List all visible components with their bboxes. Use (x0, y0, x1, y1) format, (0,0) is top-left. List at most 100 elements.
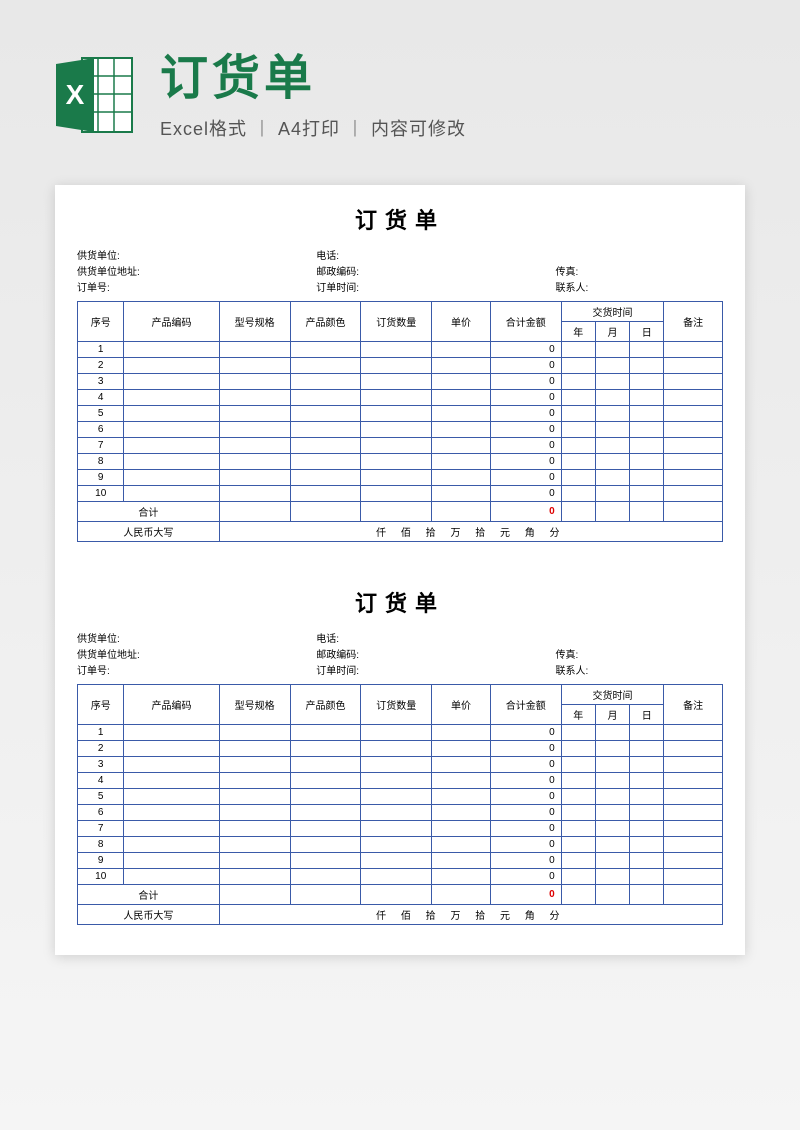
cell-day (630, 725, 664, 741)
cell-color (290, 741, 361, 757)
cell-spec (219, 342, 290, 358)
cell-year (561, 789, 595, 805)
cell-month (595, 438, 629, 454)
cell-seq: 1 (78, 725, 124, 741)
cell-code (124, 454, 219, 470)
cell-month (595, 470, 629, 486)
form-title: 订货单 (77, 586, 723, 618)
svg-text:X: X (66, 79, 85, 110)
cell-code (124, 789, 219, 805)
cell-month (595, 741, 629, 757)
cell-seq: 6 (78, 805, 124, 821)
cell-spec (219, 454, 290, 470)
cell-price (432, 805, 491, 821)
cell-year (561, 725, 595, 741)
meta-addr: 供货单位地址: (77, 265, 316, 281)
subtitle-part: A4打印 (278, 119, 340, 139)
col-spec: 型号规格 (219, 685, 290, 725)
cell-month (595, 757, 629, 773)
page-header: X 订货单 Excel格式丨A4打印丨内容可修改 (0, 0, 800, 175)
cell-note (664, 853, 723, 869)
col-day: 日 (630, 705, 664, 725)
col-seq: 序号 (78, 685, 124, 725)
cell-note (664, 837, 723, 853)
rmb-row: 人民币大写仟 佰 拾 万 拾 元 角 分 (78, 905, 723, 925)
cell-price (432, 757, 491, 773)
cell-note (664, 358, 723, 374)
cell-qty (361, 725, 432, 741)
cell-spec (219, 869, 290, 885)
cell-month (595, 773, 629, 789)
cell-code (124, 406, 219, 422)
total-label: 合计 (78, 502, 220, 522)
meta-phone: 电话: (316, 632, 555, 648)
cell-day (630, 853, 664, 869)
table-row: 50 (78, 406, 723, 422)
cell-code (124, 805, 219, 821)
cell-day (630, 869, 664, 885)
cell-month (595, 821, 629, 837)
meta-zip: 邮政编码: (316, 265, 555, 281)
cell-price (432, 374, 491, 390)
cell-seq: 3 (78, 374, 124, 390)
cell-seq: 8 (78, 837, 124, 853)
cell-year (561, 374, 595, 390)
cell-year (561, 821, 595, 837)
cell-qty (361, 374, 432, 390)
cell-color (290, 837, 361, 853)
cell-seq: 8 (78, 454, 124, 470)
cell-qty (361, 773, 432, 789)
cell-qty (361, 454, 432, 470)
meta-zip: 邮政编码: (316, 648, 555, 664)
cell-spec (219, 438, 290, 454)
table-row: 60 (78, 805, 723, 821)
document-paper: 订货单供货单位:电话:供货单位地址:邮政编码:传真:订单号:订单时间:联系人: 序… (55, 185, 745, 955)
col-price: 单价 (432, 685, 491, 725)
cell-qty (361, 821, 432, 837)
cell-amount: 0 (490, 406, 561, 422)
cell-color (290, 725, 361, 741)
table-row: 100 (78, 486, 723, 502)
cell-note (664, 486, 723, 502)
cell-note (664, 773, 723, 789)
header-text: 订货单 Excel格式丨A4打印丨内容可修改 (160, 55, 750, 141)
cell-spec (219, 853, 290, 869)
col-qty: 订货数量 (361, 685, 432, 725)
col-amount: 合计金额 (490, 302, 561, 342)
cell-day (630, 741, 664, 757)
cell-seq: 4 (78, 390, 124, 406)
cell-spec (219, 789, 290, 805)
table-row: 90 (78, 853, 723, 869)
col-month: 月 (595, 322, 629, 342)
cell-qty (361, 438, 432, 454)
col-seq: 序号 (78, 302, 124, 342)
col-spec: 型号规格 (219, 302, 290, 342)
cell-spec (219, 406, 290, 422)
cell-code (124, 725, 219, 741)
cell-price (432, 821, 491, 837)
cell-price (432, 342, 491, 358)
col-code: 产品编码 (124, 302, 219, 342)
cell-amount: 0 (490, 741, 561, 757)
cell-code (124, 342, 219, 358)
col-price: 单价 (432, 302, 491, 342)
cell-amount: 0 (490, 869, 561, 885)
order-form: 订货单供货单位:电话:供货单位地址:邮政编码:传真:订单号:订单时间:联系人: 序… (77, 586, 723, 925)
cell-code (124, 390, 219, 406)
cell-amount: 0 (490, 805, 561, 821)
cell-month (595, 358, 629, 374)
table-row: 40 (78, 773, 723, 789)
cell-year (561, 422, 595, 438)
table-row: 100 (78, 869, 723, 885)
form-meta: 供货单位:电话:供货单位地址:邮政编码:传真:订单号:订单时间:联系人: (77, 632, 723, 680)
cell-month (595, 805, 629, 821)
cell-code (124, 486, 219, 502)
cell-year (561, 805, 595, 821)
cell-month (595, 406, 629, 422)
cell-month (595, 725, 629, 741)
col-note: 备注 (664, 685, 723, 725)
cell-year (561, 853, 595, 869)
cell-price (432, 837, 491, 853)
cell-spec (219, 422, 290, 438)
subtitle-part: 内容可修改 (371, 119, 466, 139)
